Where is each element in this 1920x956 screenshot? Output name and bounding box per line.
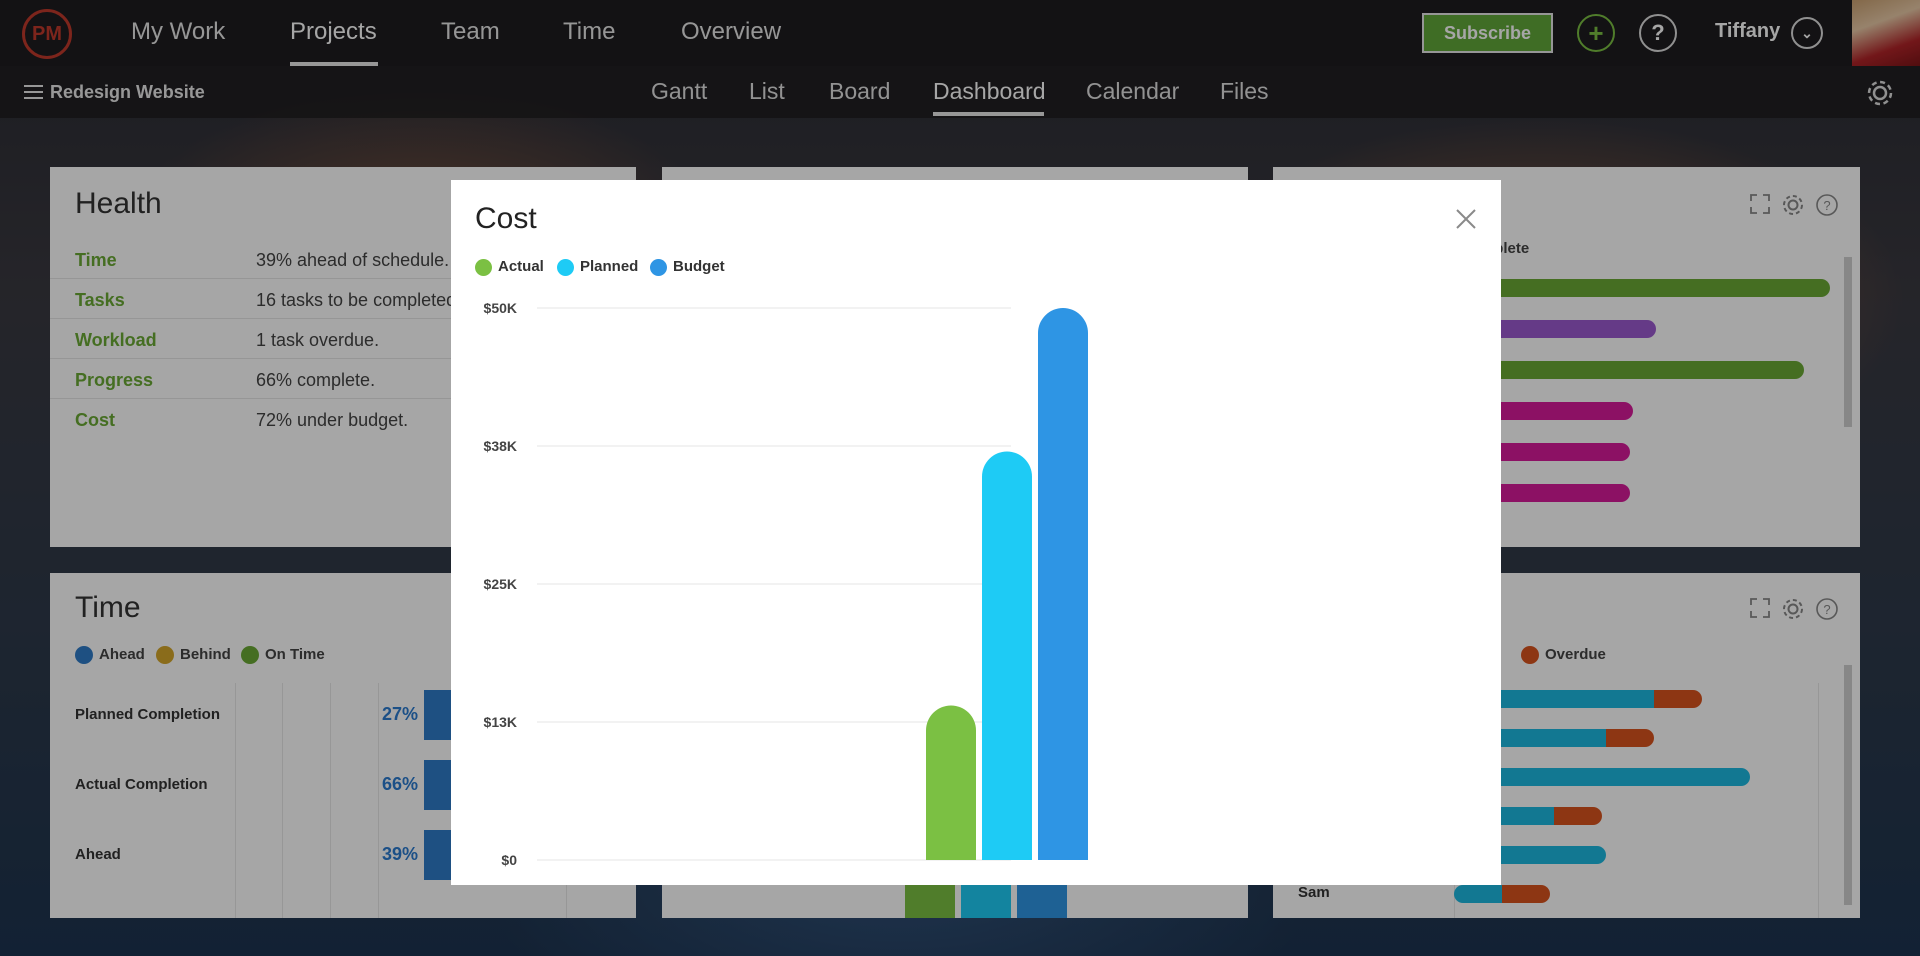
- chevron-down-icon[interactable]: ⌄: [1791, 17, 1823, 49]
- tab-list[interactable]: List: [749, 78, 785, 105]
- cost-bar-budget[interactable]: [1038, 308, 1088, 860]
- time-row-value: 39%: [381, 844, 418, 864]
- health-row: Progress 66% complete.: [50, 359, 480, 399]
- health-value-tasks: 16 tasks to be completed: [256, 290, 457, 310]
- time-row-value: 27%: [381, 704, 418, 724]
- nav-time[interactable]: Time: [563, 18, 615, 46]
- workload-row-label: Sam: [1298, 884, 1330, 901]
- grid-line: [235, 683, 236, 918]
- tasks-scrollbar[interactable]: [1844, 257, 1852, 427]
- time-row-label: Planned Completion: [75, 706, 221, 723]
- legend-label: Ahead: [99, 646, 145, 663]
- settings-gear-icon[interactable]: [1864, 77, 1896, 109]
- task-progress-bar[interactable]: [1478, 402, 1633, 420]
- legend-behind: Behind: [156, 646, 231, 665]
- project-navigation-bar: Redesign Website Gantt List Board Dashbo…: [0, 66, 1920, 118]
- svg-text:?: ?: [1823, 198, 1830, 213]
- workload-bar-in-progress[interactable]: [1454, 885, 1502, 903]
- question-circle-icon[interactable]: ?: [1639, 14, 1677, 52]
- gear-icon[interactable]: [1781, 597, 1805, 621]
- expand-icon[interactable]: [1749, 193, 1771, 215]
- project-name[interactable]: Redesign Website: [50, 82, 205, 103]
- tab-calendar[interactable]: Calendar: [1086, 78, 1179, 105]
- legend-label: Overdue: [1545, 646, 1606, 663]
- legend-dot: [1521, 646, 1539, 665]
- tab-board[interactable]: Board: [829, 78, 890, 105]
- tab-dashboard[interactable]: Dashboard: [933, 78, 1046, 105]
- hamburger-menu-icon[interactable]: [24, 85, 43, 99]
- legend-dot: [241, 646, 259, 665]
- plus-circle-icon[interactable]: +: [1577, 14, 1615, 52]
- legend-label: Behind: [180, 646, 231, 663]
- help-icon[interactable]: ?: [1815, 597, 1839, 621]
- time-panel-title: Time: [75, 591, 141, 624]
- health-panel-title: Health: [75, 187, 162, 220]
- tab-active-indicator: [933, 112, 1044, 116]
- grid-line: [1818, 683, 1819, 918]
- health-value-workload: 1 task overdue.: [256, 330, 380, 350]
- legend-dot: [156, 646, 174, 665]
- time-row-label: Actual Completion: [75, 776, 208, 793]
- pm-logo[interactable]: PM: [22, 9, 72, 59]
- svg-text:?: ?: [1823, 602, 1830, 617]
- health-row: Time 39% ahead of schedule.: [50, 239, 480, 279]
- grid-line: [282, 683, 283, 918]
- legend-overdue: Overdue: [1521, 646, 1606, 665]
- health-value-progress: 66% complete.: [256, 370, 376, 390]
- legend-ahead: Ahead: [75, 646, 145, 665]
- legend-label: On Time: [265, 646, 325, 663]
- panel-icons: ?: [1749, 597, 1839, 621]
- workload-bar-overdue[interactable]: [1654, 690, 1702, 708]
- cost-bar-actual[interactable]: [926, 705, 976, 860]
- health-value-time: 39% ahead of schedule.: [256, 250, 450, 270]
- health-row: Workload 1 task overdue.: [50, 319, 480, 359]
- help-icon[interactable]: ?: [1815, 193, 1839, 217]
- cost-bar-chart: [537, 307, 1088, 861]
- workload-bar-overdue[interactable]: [1502, 885, 1550, 903]
- tab-files[interactable]: Files: [1220, 78, 1269, 105]
- tab-gantt[interactable]: Gantt: [651, 78, 707, 105]
- time-row-value: 66%: [381, 774, 418, 794]
- workload-bar-overdue[interactable]: [1554, 807, 1602, 825]
- nav-projects[interactable]: Projects: [290, 18, 377, 46]
- health-label-progress[interactable]: Progress: [75, 370, 153, 391]
- health-label-tasks[interactable]: Tasks: [75, 290, 125, 311]
- avatar[interactable]: [1852, 0, 1920, 66]
- workload-bar-overdue[interactable]: [1606, 729, 1654, 747]
- user-name[interactable]: Tiffany: [1715, 20, 1780, 43]
- nav-overview[interactable]: Overview: [681, 18, 781, 46]
- task-progress-bar[interactable]: [1478, 361, 1804, 379]
- legend-on-time: On Time: [241, 646, 325, 665]
- grid-line: [330, 683, 331, 918]
- top-navigation-bar: PM My Work Projects Team Time Overview S…: [0, 0, 1920, 66]
- nav-my-work[interactable]: My Work: [131, 18, 225, 46]
- health-label-workload[interactable]: Workload: [75, 330, 157, 351]
- gear-icon[interactable]: [1781, 193, 1805, 217]
- legend-dot: [75, 646, 93, 665]
- cost-modal: Cost Actual Planned Budget $0 $13K $25K $38…: [451, 180, 1501, 885]
- health-value-cost: 72% under budget.: [256, 410, 409, 430]
- time-row-label: Ahead: [75, 846, 121, 863]
- task-progress-bar[interactable]: [1478, 279, 1830, 297]
- panel-icons: ?: [1749, 193, 1839, 217]
- subscribe-button[interactable]: Subscribe: [1422, 13, 1553, 53]
- health-label-cost[interactable]: Cost: [75, 410, 115, 431]
- workload-scrollbar[interactable]: [1844, 665, 1852, 905]
- expand-icon[interactable]: [1749, 597, 1771, 619]
- nav-team[interactable]: Team: [441, 18, 500, 46]
- health-row: Tasks 16 tasks to be completed: [50, 279, 480, 319]
- health-row: Cost 72% under budget.: [50, 399, 480, 439]
- task-progress-bar[interactable]: [1478, 320, 1656, 338]
- cost-bar-planned[interactable]: [982, 451, 1032, 860]
- health-label-time[interactable]: Time: [75, 250, 117, 271]
